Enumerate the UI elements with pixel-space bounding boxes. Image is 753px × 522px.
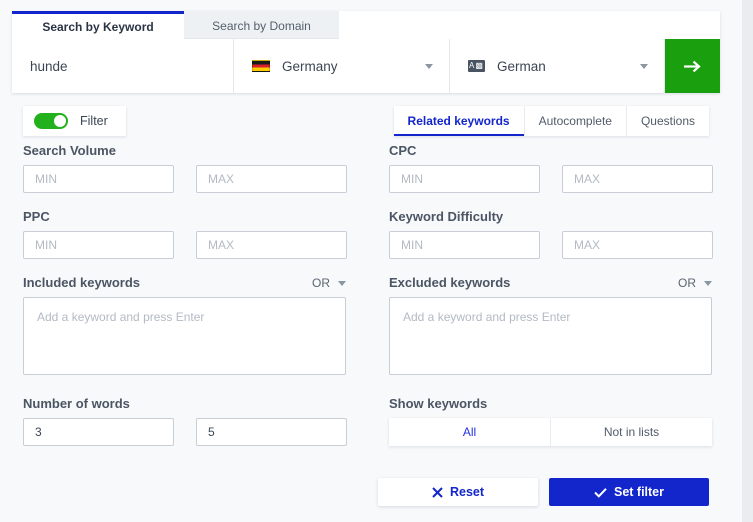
search-volume-label: Search Volume [23,143,116,158]
included-keywords-header: Included keywords OR [23,275,346,290]
tab-related-keywords-label: Related keywords [407,114,510,128]
tab-search-by-keyword[interactable]: Search by Keyword [12,11,184,39]
number-of-words-label: Number of words [23,396,130,411]
excluded-keywords-operator-value: OR [678,276,696,290]
search-volume-min-input[interactable] [23,165,174,193]
ppc-label: PPC [23,209,50,224]
translate-icon: A▩ [468,60,485,72]
tab-search-by-keyword-label: Search by Keyword [42,19,154,34]
search-volume-inputs [23,165,347,193]
filter-search-volume: Search Volume [23,143,347,193]
excluded-keywords-operator-dropdown[interactable]: OR [678,276,712,290]
tab-search-by-domain-label: Search by Domain [212,19,311,33]
filter-show-keywords: Show keywords All Not in lists [389,396,712,446]
excluded-keywords-textarea[interactable] [389,297,712,375]
country-select[interactable]: Germany [234,39,450,93]
tab-autocomplete-label: Autocomplete [538,114,612,128]
language-select[interactable]: A▩ German [450,39,665,93]
cpc-inputs [389,165,713,193]
ppc-max-input[interactable] [196,231,347,259]
result-type-tabs: Related keywords Autocomplete Questions [393,106,709,136]
chevron-down-icon [425,64,433,69]
cpc-max-input[interactable] [562,165,713,193]
included-keywords-textarea[interactable] [23,297,346,375]
chevron-down-icon [640,64,648,69]
keyword-input[interactable]: hunde [12,39,234,93]
set-filter-button-label: Set filter [613,485,664,499]
language-select-value: German [497,58,546,74]
included-keywords-label: Included keywords [23,275,141,290]
tab-related-keywords[interactable]: Related keywords [394,106,525,136]
filter-column-right: CPC Keyword Difficulty Excluded k [389,143,713,462]
filter-toggle-label: Filter [80,114,108,128]
excluded-keywords-header: Excluded keywords OR [389,275,712,290]
search-submit-button[interactable] [665,39,720,93]
ppc-min-input[interactable] [23,231,174,259]
included-keywords-operator-dropdown[interactable]: OR [312,276,346,290]
country-select-value: Germany [282,58,338,74]
search-volume-max-input[interactable] [196,165,347,193]
chevron-down-icon [704,281,712,286]
filter-column-left: Search Volume PPC Included keywor [23,143,347,462]
check-icon [594,487,607,498]
number-of-words-min-input[interactable] [23,418,174,446]
filter-ppc: PPC [23,209,347,259]
show-keywords-options: All Not in lists [389,418,712,446]
germany-flag-icon [252,60,270,72]
filter-cpc: CPC [389,143,713,193]
filter-switch[interactable] [34,113,68,129]
arrow-right-icon [684,60,701,72]
filter-number-of-words: Number of words [23,396,347,446]
search-mode-tabs: Search by Keyword Search by Domain [12,11,720,39]
page-content: Search by Keyword Search by Domain hunde… [0,0,742,522]
search-card: Search by Keyword Search by Domain hunde… [12,11,720,93]
filter-excluded-keywords: Excluded keywords OR [389,275,712,380]
keyword-difficulty-max-input[interactable] [562,231,713,259]
close-icon [432,486,443,498]
tab-questions[interactable]: Questions [627,106,709,136]
show-keywords-option-all[interactable]: All [389,418,551,446]
chevron-down-icon [338,281,346,286]
tab-questions-label: Questions [640,114,695,128]
cpc-min-input[interactable] [389,165,540,193]
keyword-difficulty-inputs [389,231,713,259]
filter-switch-knob [54,115,66,127]
cpc-label: CPC [389,143,417,158]
included-keywords-operator-value: OR [312,276,330,290]
ppc-inputs [23,231,347,259]
tab-autocomplete[interactable]: Autocomplete [525,106,627,136]
keyword-input-value: hunde [30,58,68,74]
show-keywords-option-not-in-lists-label: Not in lists [603,425,660,439]
excluded-keywords-label: Excluded keywords [389,275,511,290]
reset-button-label: Reset [449,485,485,499]
number-of-words-max-input[interactable] [196,418,347,446]
filter-panel: Search Volume PPC Included keywor [0,143,742,522]
show-keywords-option-all-label: All [462,425,477,439]
filter-actions: Reset Set filter [378,478,709,506]
reset-button[interactable]: Reset [378,478,538,506]
filter-page: Search by Keyword Search by Domain hunde… [0,0,753,522]
page-right-gutter [742,0,753,522]
show-keywords-label: Show keywords [389,396,488,411]
search-row: hunde Germany A▩ German [12,39,720,93]
filter-toggle[interactable]: Filter [23,106,126,136]
number-of-words-inputs [23,418,347,446]
filter-included-keywords: Included keywords OR [23,275,346,380]
set-filter-button[interactable]: Set filter [549,478,709,506]
tab-search-by-domain[interactable]: Search by Domain [184,11,339,39]
filter-keyword-difficulty: Keyword Difficulty [389,209,713,259]
keyword-difficulty-label: Keyword Difficulty [389,209,504,224]
keyword-difficulty-min-input[interactable] [389,231,540,259]
show-keywords-option-not-in-lists[interactable]: Not in lists [551,418,712,446]
